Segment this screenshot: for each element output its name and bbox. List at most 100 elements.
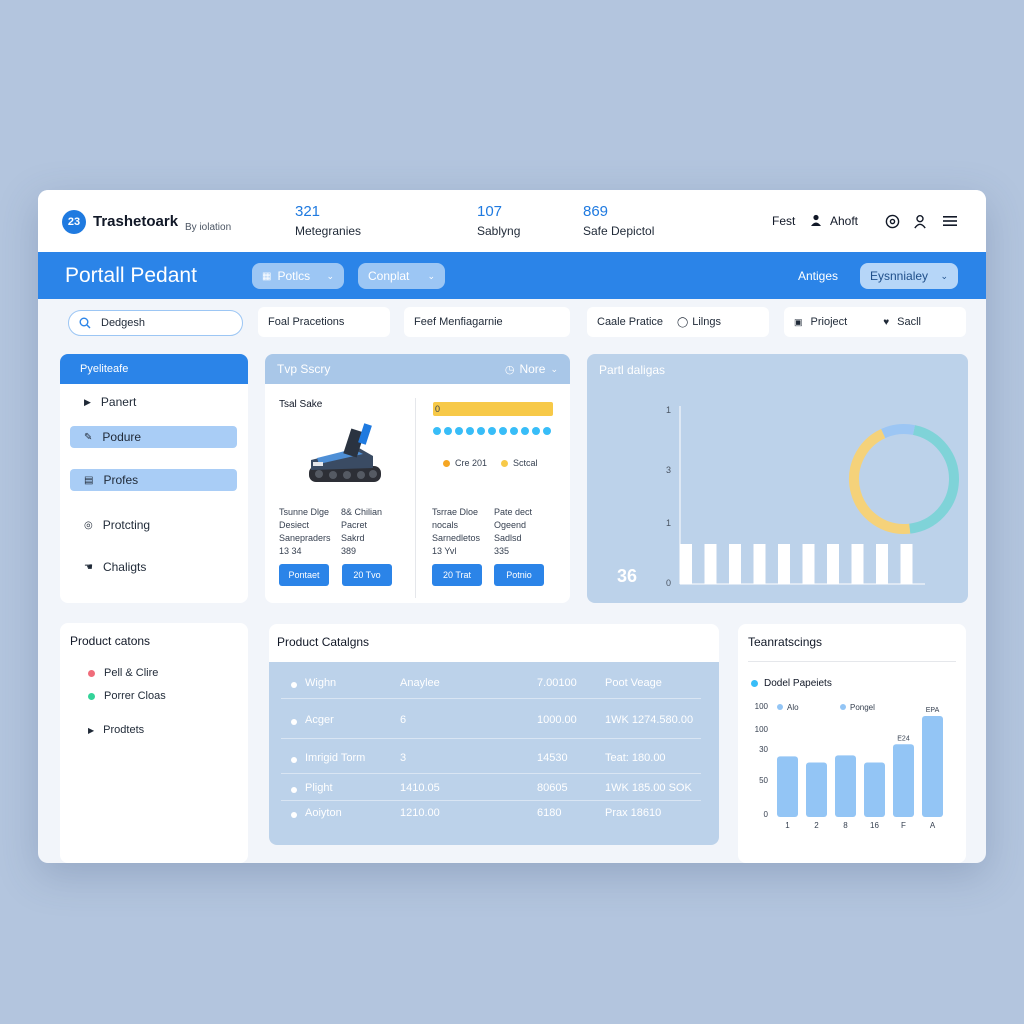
y-tick-label: 3 [666,465,671,475]
sidebar-card: Pyeliteafe ▶ Panert ✎ Podure ▤ Profes ◎ … [60,354,248,603]
filter-label: Foal Pracetions [268,316,345,328]
filter-label: Prioject [810,316,848,328]
bar [680,544,692,584]
tvo-button[interactable]: 20 Tvo [342,564,392,586]
list-item-label: Prodtets [103,724,145,736]
table-cell: 80605 [537,782,568,794]
y-tick-label: 1 [666,518,671,528]
table-cell: Anaylee [400,677,440,689]
table-row[interactable]: Imrigid Torm 3 14530 Teat: 180.00 [269,747,719,771]
trat-button[interactable]: 20 Trat [432,564,482,586]
left-col-2: 8& Chilian Pacret Sakrd 389 [341,506,382,558]
sidebar-item-podure[interactable]: ✎ Podure [70,426,237,448]
search-input[interactable]: Dedgesh [101,317,145,329]
chevron-down-icon: ⌄ [940,270,948,281]
text-line: Tsunne Dlge [279,507,330,517]
table-row[interactable]: Aoiyton 1210.00 6180 Prax 18610 [269,802,719,826]
sidebar-item-label: Profes [103,473,139,487]
list-item[interactable]: ▶ Prodtets [88,724,144,736]
folder-icon: ▤ [84,474,94,486]
table-cell: Poot Veage [605,677,662,689]
gear-icon[interactable] [883,212,901,230]
top-header: 23 Trashetoark By iolation 321 Metegrani… [38,190,986,252]
menu-icon[interactable] [941,212,959,230]
bar [777,756,798,817]
app-window: 23 Trashetoark By iolation 321 Metegrani… [38,190,986,863]
tech-card: Teanratscings Dodel Papeiets Alo Pongel 10… [738,624,966,863]
product-title: Tsal Sake [279,399,323,410]
antiges-link[interactable]: Antiges [798,269,838,283]
status-dot [499,427,507,435]
logo-badge: 23 [62,210,86,234]
row-dot [291,812,297,818]
lock-icon: ◯ [677,316,689,328]
filter-foal-pracetions[interactable]: Foal Pracetions [258,307,390,337]
user-icon[interactable] [911,212,929,230]
legend-dot [840,704,846,710]
table-cell: Prax 18610 [605,807,662,819]
sidebar-item-profes[interactable]: ▤ Profes [70,469,237,491]
row-dot [291,719,297,725]
complat-dropdown[interactable]: Conplat ⌄ [358,263,445,289]
y-tick-label: 30 [759,745,768,754]
stat-2: 107 Sablyng [477,203,520,238]
sidebar-item-protcting[interactable]: ◎ Protcting [70,514,237,536]
sidebar-item-label: Protcting [102,518,151,532]
table-row[interactable]: Wighn Anaylee 7.00100 Poot Veage [269,672,719,696]
table-row[interactable]: Plight 1410.05 80605 1WK 185.00 SOK [269,777,719,801]
table-row[interactable]: Acger 6 1000.00 1WK 1274.580.00 [269,709,719,733]
bar [729,544,741,584]
legend-label: Alo [787,703,799,712]
more-label: Nore [519,362,546,376]
list-item[interactable]: Porrer Cloas [88,690,166,702]
status-dot [88,692,95,700]
nav-about-link[interactable]: Ahoft [810,214,858,228]
status-dot [532,427,540,435]
table-cell: 1410.05 [400,782,440,794]
text-line: 389 [341,546,357,556]
legend-item: Sctcal [501,458,538,468]
progress-start-label: 0 [435,404,441,414]
nav-fest-link[interactable]: Fest [772,214,795,228]
person-icon [811,214,821,226]
status-dot [543,427,551,435]
filter-feef-menfiagarnie[interactable]: Feef Menfiagarnie [404,307,570,337]
product-catalogs-card: Product Catalgns Wighn Anaylee 7.00100 P… [269,624,719,845]
stat-value: 869 [583,203,609,220]
sidebar-item-panert[interactable]: ▶ Panert [70,391,237,413]
bar [778,544,790,584]
text-line: Tsrrae Dloe [432,507,479,517]
bar [802,544,815,584]
x-tick-label: A [930,821,936,830]
status-dot [466,427,474,435]
search-box[interactable]: Dedgesh [68,310,243,336]
list-item[interactable]: Pell & Clire [88,667,158,679]
pencil-icon: ✎ [84,431,93,443]
text-line: 13 Yvl [432,546,457,556]
table-cell: 3 [400,752,407,764]
table-cell: 6180 [537,807,562,819]
row-dot [291,682,297,688]
page-title: Portall Pedant [65,264,197,287]
stat-1: 321 Metegranies [295,203,361,238]
bar [835,755,856,817]
target-icon: ◎ [84,519,93,531]
stat-3: 869 Safe Depictol [583,203,654,238]
card-divider [415,398,416,598]
y-tick-label: 1 [666,405,671,415]
row-divider [281,773,701,774]
nav-about-label: Ahoft [830,214,859,228]
sidebar-item-chaligts[interactable]: ☚ Chaligts [70,556,237,578]
more-button[interactable]: ◷ Nore ⌄ [505,362,558,376]
pontaet-button[interactable]: Pontaet [279,564,329,586]
text-line: Pacret [341,520,368,530]
sidebar-item-label: Podure [102,430,142,444]
filter-project[interactable]: ▣ Prioject ♥ Sacll [784,307,966,337]
text-line: 8& Chilian [341,507,383,517]
text-line: Sarnedletos [432,533,481,543]
policies-dropdown[interactable]: ▦ Potlcs ⌄ [252,263,344,289]
filter-caale-pratice[interactable]: Caale Pratice ◯ Lilngs [587,307,769,337]
table-cell: 6 [400,714,407,726]
eysnnialey-dropdown[interactable]: Eysnnialey ⌄ [860,263,958,289]
potnio-button[interactable]: Potnio [494,564,544,586]
